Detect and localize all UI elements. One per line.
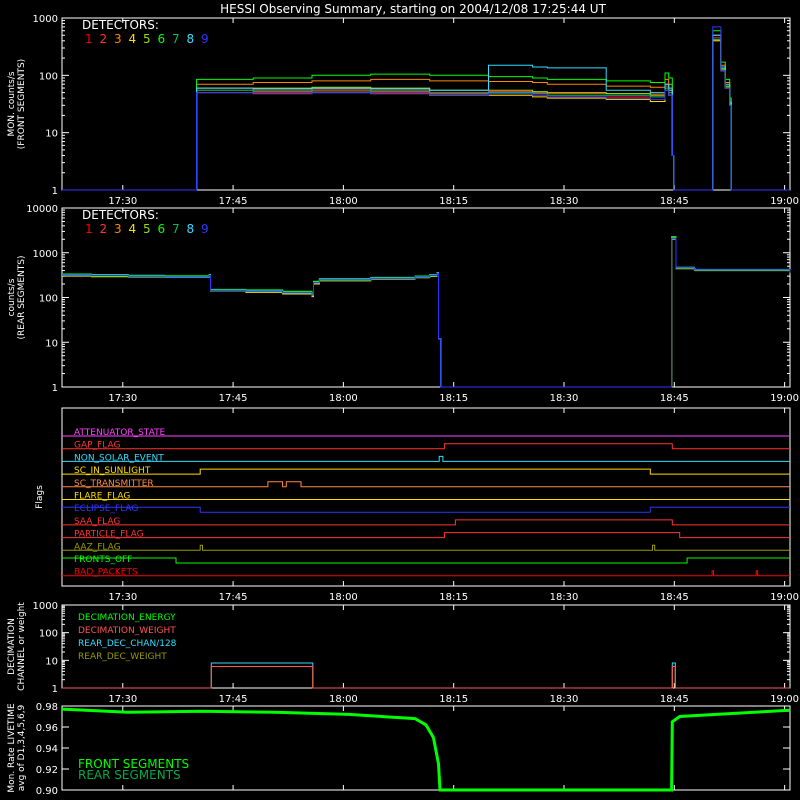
livetime-ylabel: Mon. Rate LIVETIME <box>7 703 17 793</box>
rear-legend-title: DETECTORS: <box>82 208 159 222</box>
flag-label-bad-packets: BAD_PACKETS <box>74 568 138 578</box>
decimation-legend-decimation-weight: DECIMATION_WEIGHT <box>78 626 176 636</box>
rear-xtick-label: 18:15 <box>439 393 468 404</box>
rear-ylabel: (REAR SEGMENTS) <box>17 255 27 339</box>
rear-ytick-label: 1 <box>52 383 58 394</box>
flags-xtick-label: 18:30 <box>550 592 579 603</box>
flag-label-aaz-flag: AAZ_FLAG <box>74 542 121 552</box>
front-legend-title: DETECTORS: <box>82 18 159 32</box>
flag-label-gap-flag: GAP_FLAG <box>74 441 120 451</box>
front-xtick-label: 17:30 <box>108 196 137 207</box>
front-ytick-label: 10 <box>45 129 58 140</box>
livetime-ytick-label: 0.96 <box>36 723 58 734</box>
decimation-legend-rear-dec-weight: REAR_DEC_WEIGHT <box>78 652 167 662</box>
decimation-ytick-label: 1 <box>52 684 58 695</box>
rear-legend-detector-1: 1 <box>85 222 93 236</box>
flag-label-saa-flag: SAA_FLAG <box>74 517 120 527</box>
front-xtick-label: 18:45 <box>660 196 689 207</box>
rear-ytick-label: 100 <box>39 294 58 305</box>
flag-label-fronts-off: FRONTS_OFF <box>74 555 132 565</box>
front-xtick-label: 18:00 <box>329 196 358 207</box>
flags-xtick-label: 17:45 <box>219 592 248 603</box>
flags-xtick-label: 18:00 <box>329 592 358 603</box>
front-legend-detector-4: 4 <box>129 32 137 46</box>
rear-legend-detector-7: 7 <box>172 222 180 236</box>
chart-title: HESSI Observing Summary, starting on 200… <box>220 2 606 16</box>
flags-xtick-label: 17:30 <box>108 592 137 603</box>
decimation-ylabel: DECIMATION <box>7 618 17 675</box>
rear-legend-detector-9: 9 <box>201 222 209 236</box>
decimation-xtick-label: 17:45 <box>219 694 248 705</box>
rear-xtick-label: 18:00 <box>329 393 358 404</box>
observing-summary-chart: HESSI Observing Summary, starting on 200… <box>0 0 800 800</box>
front-legend-detector-3: 3 <box>114 32 122 46</box>
decimation-ylabel: CHANNEL or weight <box>17 602 27 691</box>
rear-ytick-label: 10000 <box>26 204 58 215</box>
rear-legend-detector-3: 3 <box>114 222 122 236</box>
livetime-ytick-label: 0.98 <box>36 702 58 713</box>
flag-label-flare-flag: FLARE_FLAG <box>74 492 130 502</box>
flag-label-non-solar-event: NON_SOLAR_EVENT <box>74 453 164 463</box>
front-xtick-label: 17:45 <box>219 196 248 207</box>
front-ytick-label: 1 <box>52 186 58 197</box>
flags-xtick-label: 19:00 <box>770 592 799 603</box>
front-legend-detector-6: 6 <box>158 32 166 46</box>
front-ylabel: MON. counts/s <box>7 71 17 136</box>
rear-xtick-label: 18:45 <box>660 393 689 404</box>
front-legend-detector-1: 1 <box>85 32 93 46</box>
livetime-ytick-label: 0.92 <box>36 765 58 776</box>
flags-xtick-label: 18:15 <box>439 592 468 603</box>
front-ytick-label: 100 <box>39 71 58 82</box>
front-legend-detector-9: 9 <box>201 32 209 46</box>
rear-legend-detector-6: 6 <box>158 222 166 236</box>
front-legend-detector-8: 8 <box>187 32 195 46</box>
flags-xtick-label: 18:45 <box>660 592 689 603</box>
front-xtick-label: 18:15 <box>439 196 468 207</box>
decimation-xtick-label: 18:30 <box>550 694 579 705</box>
rear-legend-detector-2: 2 <box>100 222 108 236</box>
front-ytick-label: 1000 <box>33 14 58 25</box>
decimation-legend-rear-dec-chan-128: REAR_DEC_CHAN/128 <box>78 639 177 649</box>
livetime-legend-rear-segments: REAR SEGMENTS <box>78 768 181 782</box>
front-legend-detector-2: 2 <box>100 32 108 46</box>
rear-xtick-label: 17:30 <box>108 393 137 404</box>
decimation-legend-decimation-energy: DECIMATION_ENERGY <box>78 613 176 623</box>
decimation-xtick-label: 18:15 <box>439 694 468 705</box>
front-xtick-label: 19:00 <box>770 196 799 207</box>
decimation-xtick-label: 18:45 <box>660 694 689 705</box>
flag-label-attenuator-state: ATTENUATOR_STATE <box>74 428 166 438</box>
rear-legend-detector-8: 8 <box>187 222 195 236</box>
decimation-xtick-label: 17:30 <box>108 694 137 705</box>
livetime-ytick-label: 0.90 <box>36 786 58 797</box>
flags-ylabel: Flags <box>35 485 45 509</box>
decimation-ytick-label: 1000 <box>33 601 58 612</box>
decimation-xtick-label: 18:00 <box>329 694 358 705</box>
front-ylabel: (FRONT SEGMENTS) <box>17 59 27 149</box>
flag-label-sc-in-sunlight: SC_IN_SUNLIGHT <box>74 466 151 476</box>
livetime-ylabel: avg of D1,3,4,5,6,9 <box>17 704 27 791</box>
rear-xtick-label: 17:45 <box>219 393 248 404</box>
rear-legend-detector-4: 4 <box>129 222 137 236</box>
front-legend-detector-7: 7 <box>172 32 180 46</box>
rear-ytick-label: 1000 <box>33 249 58 260</box>
front-legend-detector-5: 5 <box>143 32 151 46</box>
rear-xtick-label: 18:30 <box>550 393 579 404</box>
flag-label-eclipse-flag: ECLIPSE_FLAG <box>74 504 138 514</box>
rear-ylabel: counts/s <box>7 278 17 316</box>
rear-xtick-label: 19:00 <box>770 393 799 404</box>
livetime-ytick-label: 0.94 <box>36 744 58 755</box>
flag-label-particle-flag: PARTICLE_FLAG <box>74 530 144 540</box>
decimation-xtick-label: 19:00 <box>770 694 799 705</box>
decimation-ytick-label: 100 <box>39 629 58 640</box>
front-xtick-label: 18:30 <box>550 196 579 207</box>
flag-label-sc-transmitter: SC_TRANSMITTER <box>74 479 154 489</box>
rear-ytick-label: 10 <box>45 338 58 349</box>
decimation-ytick-label: 10 <box>45 656 58 667</box>
rear-legend-detector-5: 5 <box>143 222 151 236</box>
